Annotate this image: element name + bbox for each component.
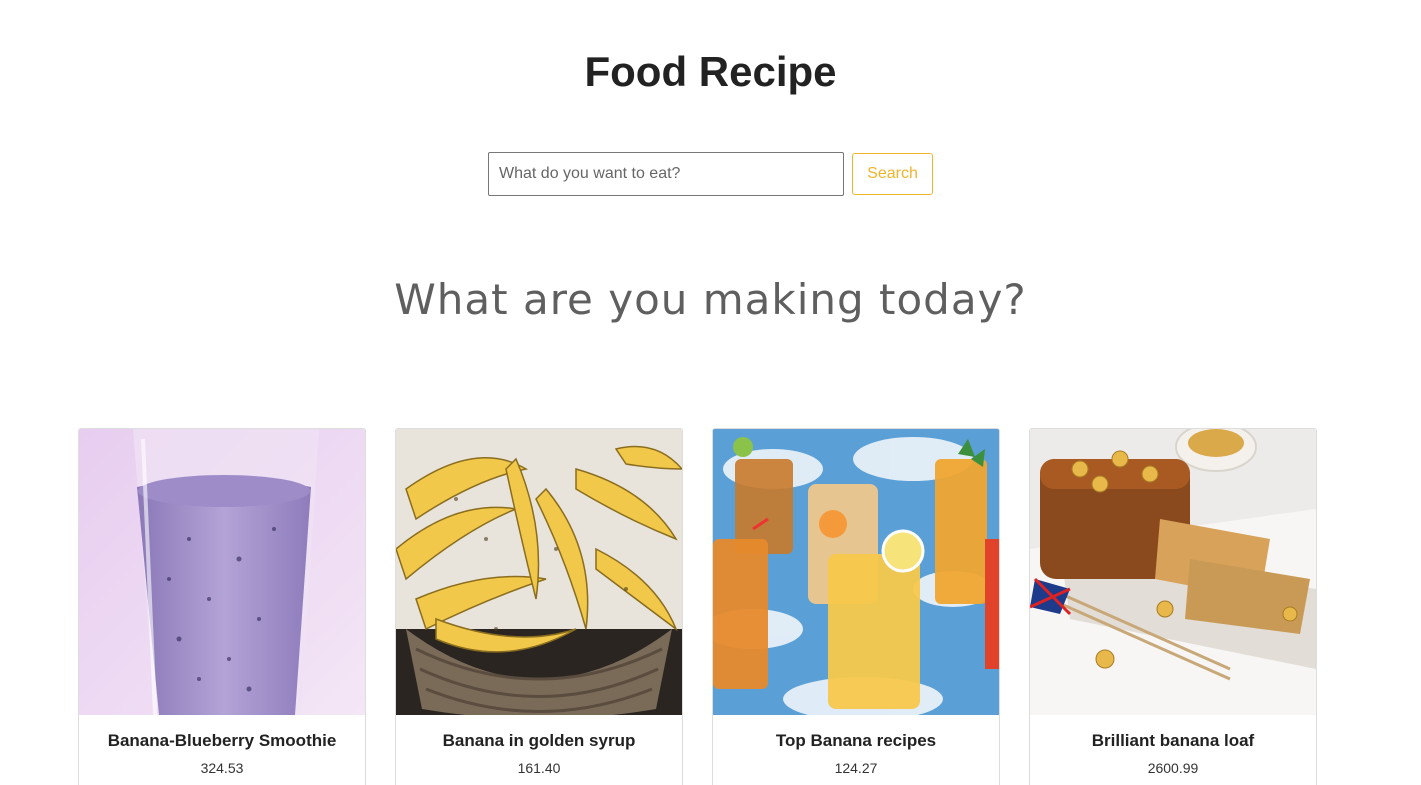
recipe-card[interactable]: Brilliant banana loaf 2600.99 bbox=[1029, 428, 1317, 785]
search-bar: Search bbox=[488, 152, 933, 196]
banana-loaf-photo[interactable] bbox=[1030, 429, 1316, 715]
recipe-name: Brilliant banana loaf bbox=[1091, 731, 1255, 750]
smoothie-photo[interactable] bbox=[79, 429, 365, 715]
recipe-grid: Banana-Blueberry Smoothie 324.53 Banana … bbox=[78, 428, 1317, 785]
recipe-card[interactable]: Banana-Blueberry Smoothie 324.53 bbox=[78, 428, 366, 785]
page: Food Recipe Search What are you making t… bbox=[0, 0, 1421, 785]
recipe-name: Top Banana recipes bbox=[775, 731, 937, 750]
recipe-name: Banana-Blueberry Smoothie bbox=[107, 731, 337, 750]
section-heading: What are you making today? bbox=[394, 275, 1027, 324]
recipe-value: 161.40 bbox=[517, 760, 561, 776]
search-input[interactable] bbox=[488, 152, 844, 196]
recipe-card[interactable]: Top Banana recipes 124.27 bbox=[712, 428, 1000, 785]
page-title: Food Recipe bbox=[584, 48, 837, 95]
recipe-value: 124.27 bbox=[834, 760, 878, 776]
bananas-basket-photo[interactable] bbox=[396, 429, 682, 715]
recipe-value: 324.53 bbox=[200, 760, 244, 776]
recipe-name: Banana in golden syrup bbox=[442, 731, 636, 750]
recipe-value: 2600.99 bbox=[1147, 760, 1199, 776]
drinks-photo[interactable] bbox=[713, 429, 999, 715]
search-button[interactable]: Search bbox=[852, 153, 933, 195]
recipe-card[interactable]: Banana in golden syrup 161.40 bbox=[395, 428, 683, 785]
